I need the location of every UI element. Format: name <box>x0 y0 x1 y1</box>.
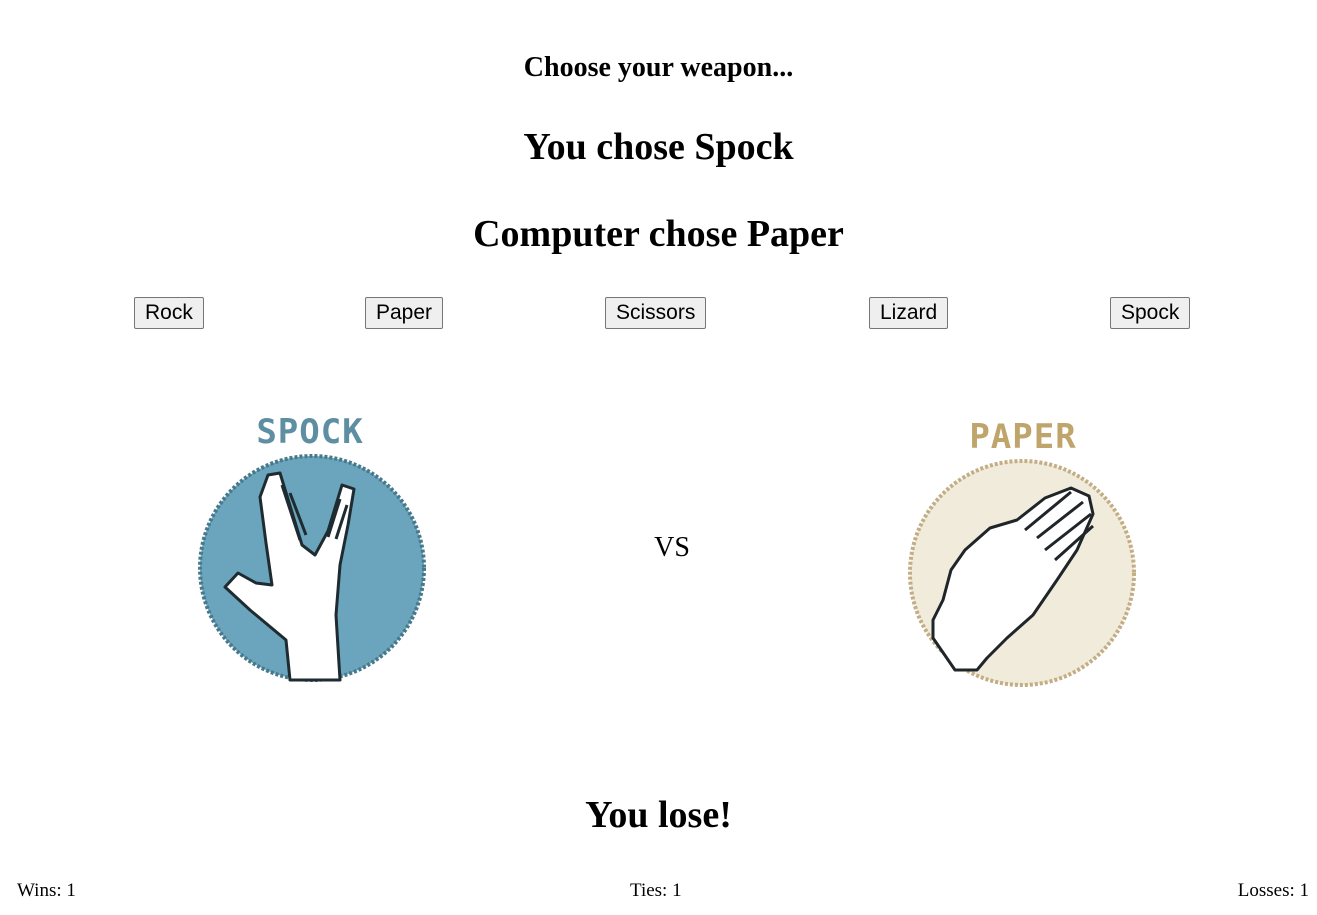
paper-choice-image: PAPER <box>908 417 1136 687</box>
spock-choice-image: SPOCK <box>198 412 426 682</box>
computer-choice-heading: Computer chose Paper <box>473 213 844 255</box>
ties-counter: Ties: 1 <box>630 880 682 901</box>
rock-button[interactable]: Rock <box>134 297 204 329</box>
vs-label: VS <box>654 532 690 563</box>
spock-button[interactable]: Spock <box>1110 297 1191 329</box>
prompt-heading: Choose your weapon... <box>523 52 794 83</box>
wins-counter: Wins: 1 <box>17 880 76 901</box>
paper-badge-text: PAPER <box>969 417 1076 457</box>
paper-button[interactable]: Paper <box>365 297 444 329</box>
scissors-button[interactable]: Scissors <box>605 297 707 329</box>
spock-badge-text: SPOCK <box>256 412 363 452</box>
result-heading: You lose! <box>585 794 732 836</box>
losses-counter: Losses: 1 <box>1237 880 1309 901</box>
lizard-button[interactable]: Lizard <box>869 297 949 329</box>
player-choice-heading: You chose Spock <box>523 126 794 168</box>
